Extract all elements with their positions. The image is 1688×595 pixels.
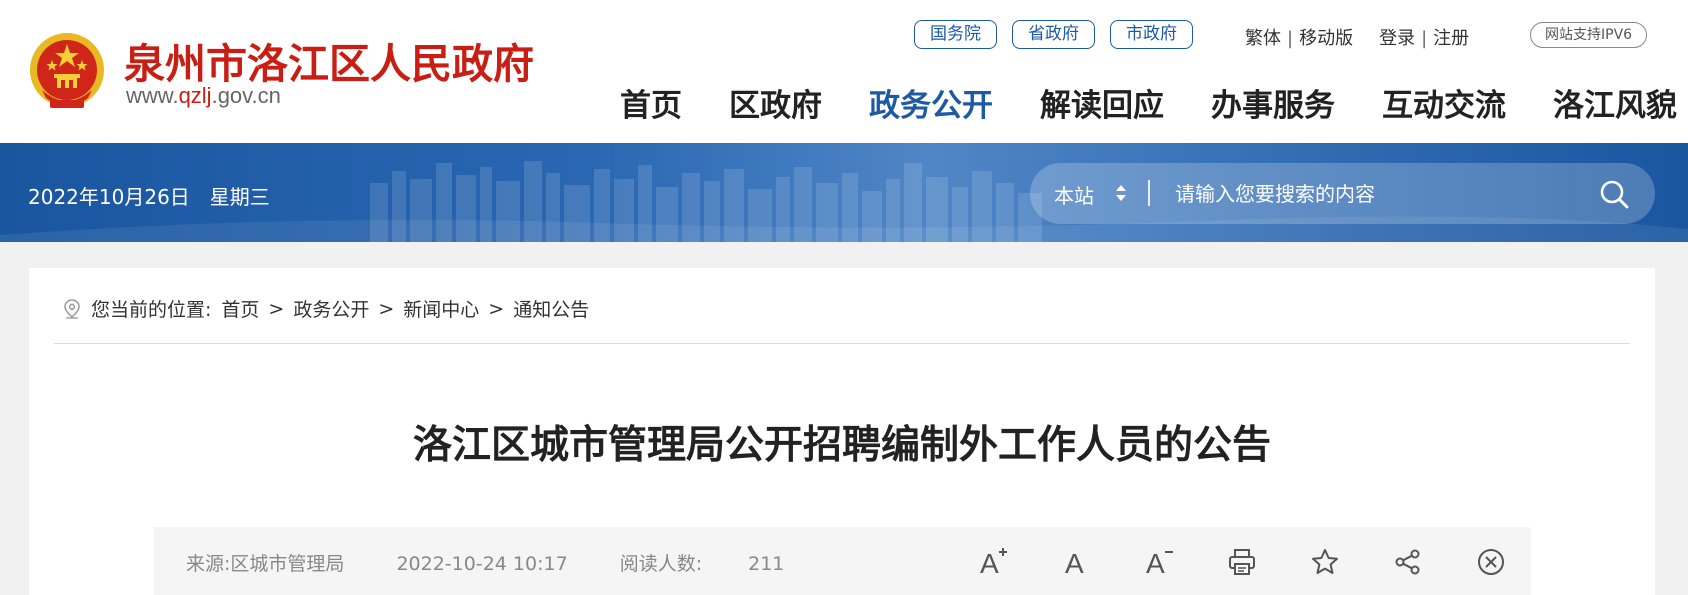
search-bar: 本站 [1030,163,1655,224]
location-pin-icon [64,298,80,319]
font-reset-icon[interactable]: A [1059,545,1093,579]
breadcrumb-divider [54,343,1630,344]
content-card: 您当前的位置: 首页 > 政务公开 > 新闻中心 > 通知公告 洛江区城市管理局… [29,268,1655,595]
search-scope-select[interactable]: 本站 [1054,180,1094,209]
nav-item-gov-affairs[interactable]: 政务公开 [869,80,993,125]
nav-item-interpretation[interactable]: 解读回应 [1040,80,1164,125]
nav-item-services[interactable]: 办事服务 [1211,80,1335,125]
ipv6-badge: 网站支持IPV6 [1530,22,1648,48]
article-source: 来源:区城市管理局 [186,553,345,575]
search-icon[interactable] [1598,178,1630,210]
breadcrumb-separator: > [488,297,505,320]
print-icon[interactable] [1225,545,1259,579]
font-decrease-glyph: A [1146,548,1165,579]
tools-separator: | [1287,28,1294,49]
article-datetime: 2022-10-24 10:17 [396,553,568,575]
breadcrumb-item-notices[interactable]: 通知公告 [513,295,589,322]
font-reset-glyph: A [1065,548,1084,579]
current-date: 2022年10月26日 星期三 [28,181,270,210]
nav-item-interaction[interactable]: 互动交流 [1382,80,1506,125]
domain-prefix: www. [126,83,179,108]
register-link[interactable]: 注册 [1433,24,1469,50]
domain-highlight: qzlj [178,83,212,108]
close-circle-icon[interactable] [1474,545,1508,579]
domain-suffix: .gov.cn [211,83,281,108]
link-state-council[interactable]: 国务院 [914,20,997,49]
site-header: 泉州市洛江区人民政府 www.qzlj.gov.cn 国务院 省政府 市政府 繁… [0,0,1688,143]
search-input[interactable] [1175,176,1575,212]
font-decrease-icon[interactable]: A [1142,545,1176,579]
tools-separator: | [1421,28,1428,49]
article-title: 洛江区城市管理局公开招聘编制外工作人员的公告 [412,423,1271,468]
breadcrumb-item-gov-affairs[interactable]: 政务公开 [293,295,369,322]
article-info: 来源:区城市管理局 2022-10-24 10:17 阅读人数: 211 [186,549,830,576]
gov-links: 国务院 省政府 市政府 [914,20,1193,49]
font-increase-icon[interactable]: A [976,545,1010,579]
article-views: 阅读人数: 211 [620,553,831,575]
nav-item-district-gov[interactable]: 区政府 [729,80,822,125]
share-icon[interactable] [1391,545,1425,579]
weekday-text: 星期三 [209,185,270,209]
search-separator [1148,180,1150,206]
breadcrumb: 您当前的位置: 首页 > 政务公开 > 新闻中心 > 通知公告 [63,295,589,322]
traditional-chinese-link[interactable]: 繁体 [1245,24,1281,50]
breadcrumb-prefix: 您当前的位置: [91,299,212,321]
login-link[interactable]: 登录 [1379,24,1415,50]
header-tools: 繁体 | 移动版 登录 | 注册 [1245,24,1469,50]
link-city-gov[interactable]: 市政府 [1110,20,1193,49]
nav-item-home[interactable]: 首页 [620,80,682,125]
favorite-star-icon[interactable] [1308,545,1342,579]
breadcrumb-separator: > [378,297,395,320]
site-name[interactable]: 泉州市洛江区人民政府 [124,30,534,90]
link-provincial-gov[interactable]: 省政府 [1012,20,1095,49]
national-emblem-icon[interactable] [28,30,106,112]
article-meta-bar: 来源:区城市管理局 2022-10-24 10:17 阅读人数: 211 A A … [154,527,1531,595]
breadcrumb-item-news[interactable]: 新闻中心 [403,295,479,322]
date-text: 2022年10月26日 [28,185,190,209]
views-count: 211 [748,553,785,575]
article-actions: A A A [976,545,1508,579]
site-domain: www.qzlj.gov.cn [126,83,281,109]
nav-item-scenery[interactable]: 洛江风貌 [1553,80,1677,125]
main-nav: 首页 区政府 政务公开 解读回应 办事服务 互动交流 洛江风貌 [620,80,1677,125]
banner: 2022年10月26日 星期三 本站 [0,143,1688,242]
breadcrumb-separator: > [268,297,285,320]
font-increase-glyph: A [980,548,999,579]
up-down-arrows-icon[interactable] [1115,181,1127,205]
breadcrumb-item-home[interactable]: 首页 [221,295,259,322]
views-label: 阅读人数: [619,553,703,575]
mobile-version-link[interactable]: 移动版 [1299,24,1353,50]
